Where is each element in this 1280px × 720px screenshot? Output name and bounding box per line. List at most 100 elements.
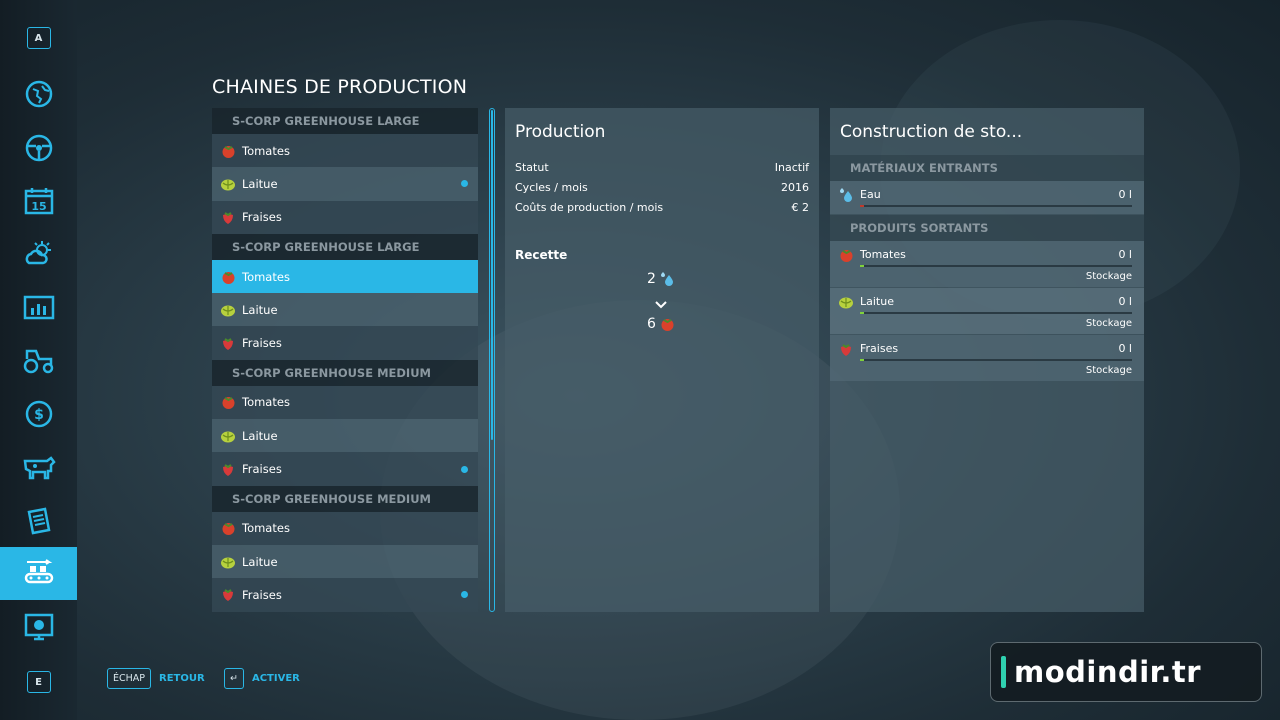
- list-item[interactable]: Tomates: [212, 385, 478, 420]
- stats-chart-icon: [23, 295, 54, 320]
- water-drops-icon: [838, 187, 854, 203]
- output-item-mode[interactable]: Stockage: [1086, 365, 1132, 376]
- group-header: S-CORP GREENHOUSE MEDIUM: [212, 485, 478, 512]
- scrollbar-thumb[interactable]: [491, 110, 493, 440]
- strawberry-icon: [838, 341, 854, 357]
- storage-panel-title: Construction de sto...: [840, 122, 1023, 142]
- input-item-name: Eau: [860, 188, 881, 201]
- sidebar-item-production[interactable]: [0, 547, 77, 600]
- sidebar-item-help[interactable]: [0, 603, 77, 651]
- storage-panel: Construction de sto... MATÉRIAUX ENTRANT…: [830, 108, 1144, 612]
- page-title: CHAINES DE PRODUCTION: [212, 76, 468, 98]
- lettuce-icon: [220, 554, 236, 570]
- output-item-mode[interactable]: Stockage: [1086, 318, 1132, 329]
- output-item-mode[interactable]: Stockage: [1086, 271, 1132, 282]
- list-item[interactable]: Fraises: [212, 200, 478, 234]
- recipe-input: 2: [647, 271, 674, 287]
- globe-map-icon: [25, 80, 52, 108]
- steering-wheel-icon: [25, 134, 52, 162]
- calendar-icon: 15: [24, 188, 53, 215]
- sidebar-prev-key[interactable]: A: [0, 14, 77, 62]
- list-item[interactable]: Laitue: [212, 167, 478, 201]
- tomato-icon: [220, 143, 236, 159]
- list-item[interactable]: Fraises: [212, 578, 478, 612]
- lettuce-icon: [838, 294, 854, 310]
- output-item-value: 0 l: [1118, 248, 1132, 261]
- list-item-label: Fraises: [242, 587, 282, 602]
- list-item-selected[interactable]: Tomates: [212, 259, 478, 294]
- list-item[interactable]: Fraises: [212, 326, 478, 360]
- fill-level-bar: [860, 205, 1132, 207]
- list-item-label: Fraises: [242, 336, 282, 351]
- stat-label: Statut: [515, 161, 549, 174]
- list-item-label: Fraises: [242, 462, 282, 477]
- status-dot: [461, 465, 468, 473]
- list-item-label: Tomates: [242, 143, 290, 158]
- sidebar-item-weather[interactable]: [0, 230, 77, 278]
- activate-label: ACTIVER: [251, 673, 300, 684]
- stat-value: 2016: [781, 181, 809, 194]
- status-dot: [461, 591, 468, 599]
- water-drops-icon: [660, 272, 673, 286]
- list-item[interactable]: Laitue: [212, 419, 478, 453]
- fill-level-indicator: [860, 359, 864, 361]
- list-item[interactable]: Fraises: [212, 452, 478, 486]
- production-panel: Production Statut Inactif Cycles / mois …: [505, 108, 819, 612]
- tomato-icon: [220, 269, 236, 285]
- lettuce-icon: [220, 176, 236, 192]
- list-item-label: Fraises: [242, 210, 282, 225]
- sidebar-item-map[interactable]: [0, 70, 77, 118]
- fill-level-indicator: [860, 312, 864, 314]
- back-hint[interactable]: ÉCHAP RETOUR: [107, 668, 205, 689]
- lettuce-icon: [220, 302, 236, 318]
- stat-value: € 2: [791, 201, 810, 214]
- recipe-input-qty: 2: [647, 271, 656, 287]
- sidebar-item-vehicles[interactable]: [0, 124, 77, 172]
- sidebar-item-contracts[interactable]: [0, 497, 77, 545]
- tomato-icon: [220, 520, 236, 536]
- fill-level-bar: [860, 359, 1132, 361]
- output-item: Tomates 0 l Stockage: [830, 241, 1144, 287]
- outputs-header: PRODUITS SORTANTS: [830, 215, 1144, 241]
- sidebar-next-key[interactable]: E: [0, 658, 77, 706]
- sidebar-item-statistics[interactable]: [0, 284, 77, 332]
- activate-hint[interactable]: ↵ ACTIVER: [224, 668, 300, 689]
- output-item-name: Laitue: [860, 295, 894, 308]
- fill-level-indicator: [860, 265, 864, 267]
- stat-label: Cycles / mois: [515, 181, 588, 194]
- output-item-name: Fraises: [860, 342, 899, 355]
- strawberry-icon: [220, 209, 236, 225]
- list-item-label: Tomates: [242, 521, 290, 536]
- list-item[interactable]: Tomates: [212, 511, 478, 545]
- chevron-down-icon: [655, 294, 667, 313]
- animals-icon: [23, 456, 56, 480]
- stat-value: Inactif: [774, 161, 809, 174]
- watermark: modindir.tr: [990, 642, 1262, 702]
- input-item: Eau 0 l: [830, 181, 1144, 214]
- strawberry-icon: [220, 587, 236, 603]
- stat-row: Coûts de production / mois € 2: [515, 201, 809, 214]
- output-item-name: Tomates: [860, 248, 906, 261]
- list-scrollbar[interactable]: [489, 108, 495, 612]
- inputs-header: MATÉRIAUX ENTRANTS: [830, 155, 1144, 181]
- tomato-icon: [838, 247, 854, 263]
- list-item[interactable]: Laitue: [212, 293, 478, 327]
- list-item-label: Laitue: [242, 302, 278, 317]
- sidebar-item-finances[interactable]: $: [0, 390, 77, 438]
- list-item[interactable]: Tomates: [212, 134, 478, 168]
- list-item[interactable]: Laitue: [212, 544, 478, 579]
- sidebar-item-garage[interactable]: [0, 337, 77, 385]
- list-item-label: Laitue: [242, 176, 278, 191]
- production-icon: [24, 558, 53, 583]
- sidebar-item-animals[interactable]: [0, 443, 77, 491]
- list-item-label: Tomates: [242, 269, 290, 284]
- sidebar-item-calendar[interactable]: 15: [0, 177, 77, 225]
- fill-level-indicator: [860, 205, 864, 207]
- back-label: RETOUR: [159, 673, 205, 684]
- stat-row: Cycles / mois 2016: [515, 181, 809, 194]
- output-item: Laitue 0 l Stockage: [830, 288, 1144, 334]
- group-header: S-CORP GREENHOUSE LARGE: [212, 108, 478, 134]
- fill-level-bar: [860, 265, 1132, 267]
- production-chain-list: S-CORP GREENHOUSE LARGE Tomates Laitue F…: [212, 108, 478, 612]
- recipe-output-qty: 6: [647, 316, 656, 332]
